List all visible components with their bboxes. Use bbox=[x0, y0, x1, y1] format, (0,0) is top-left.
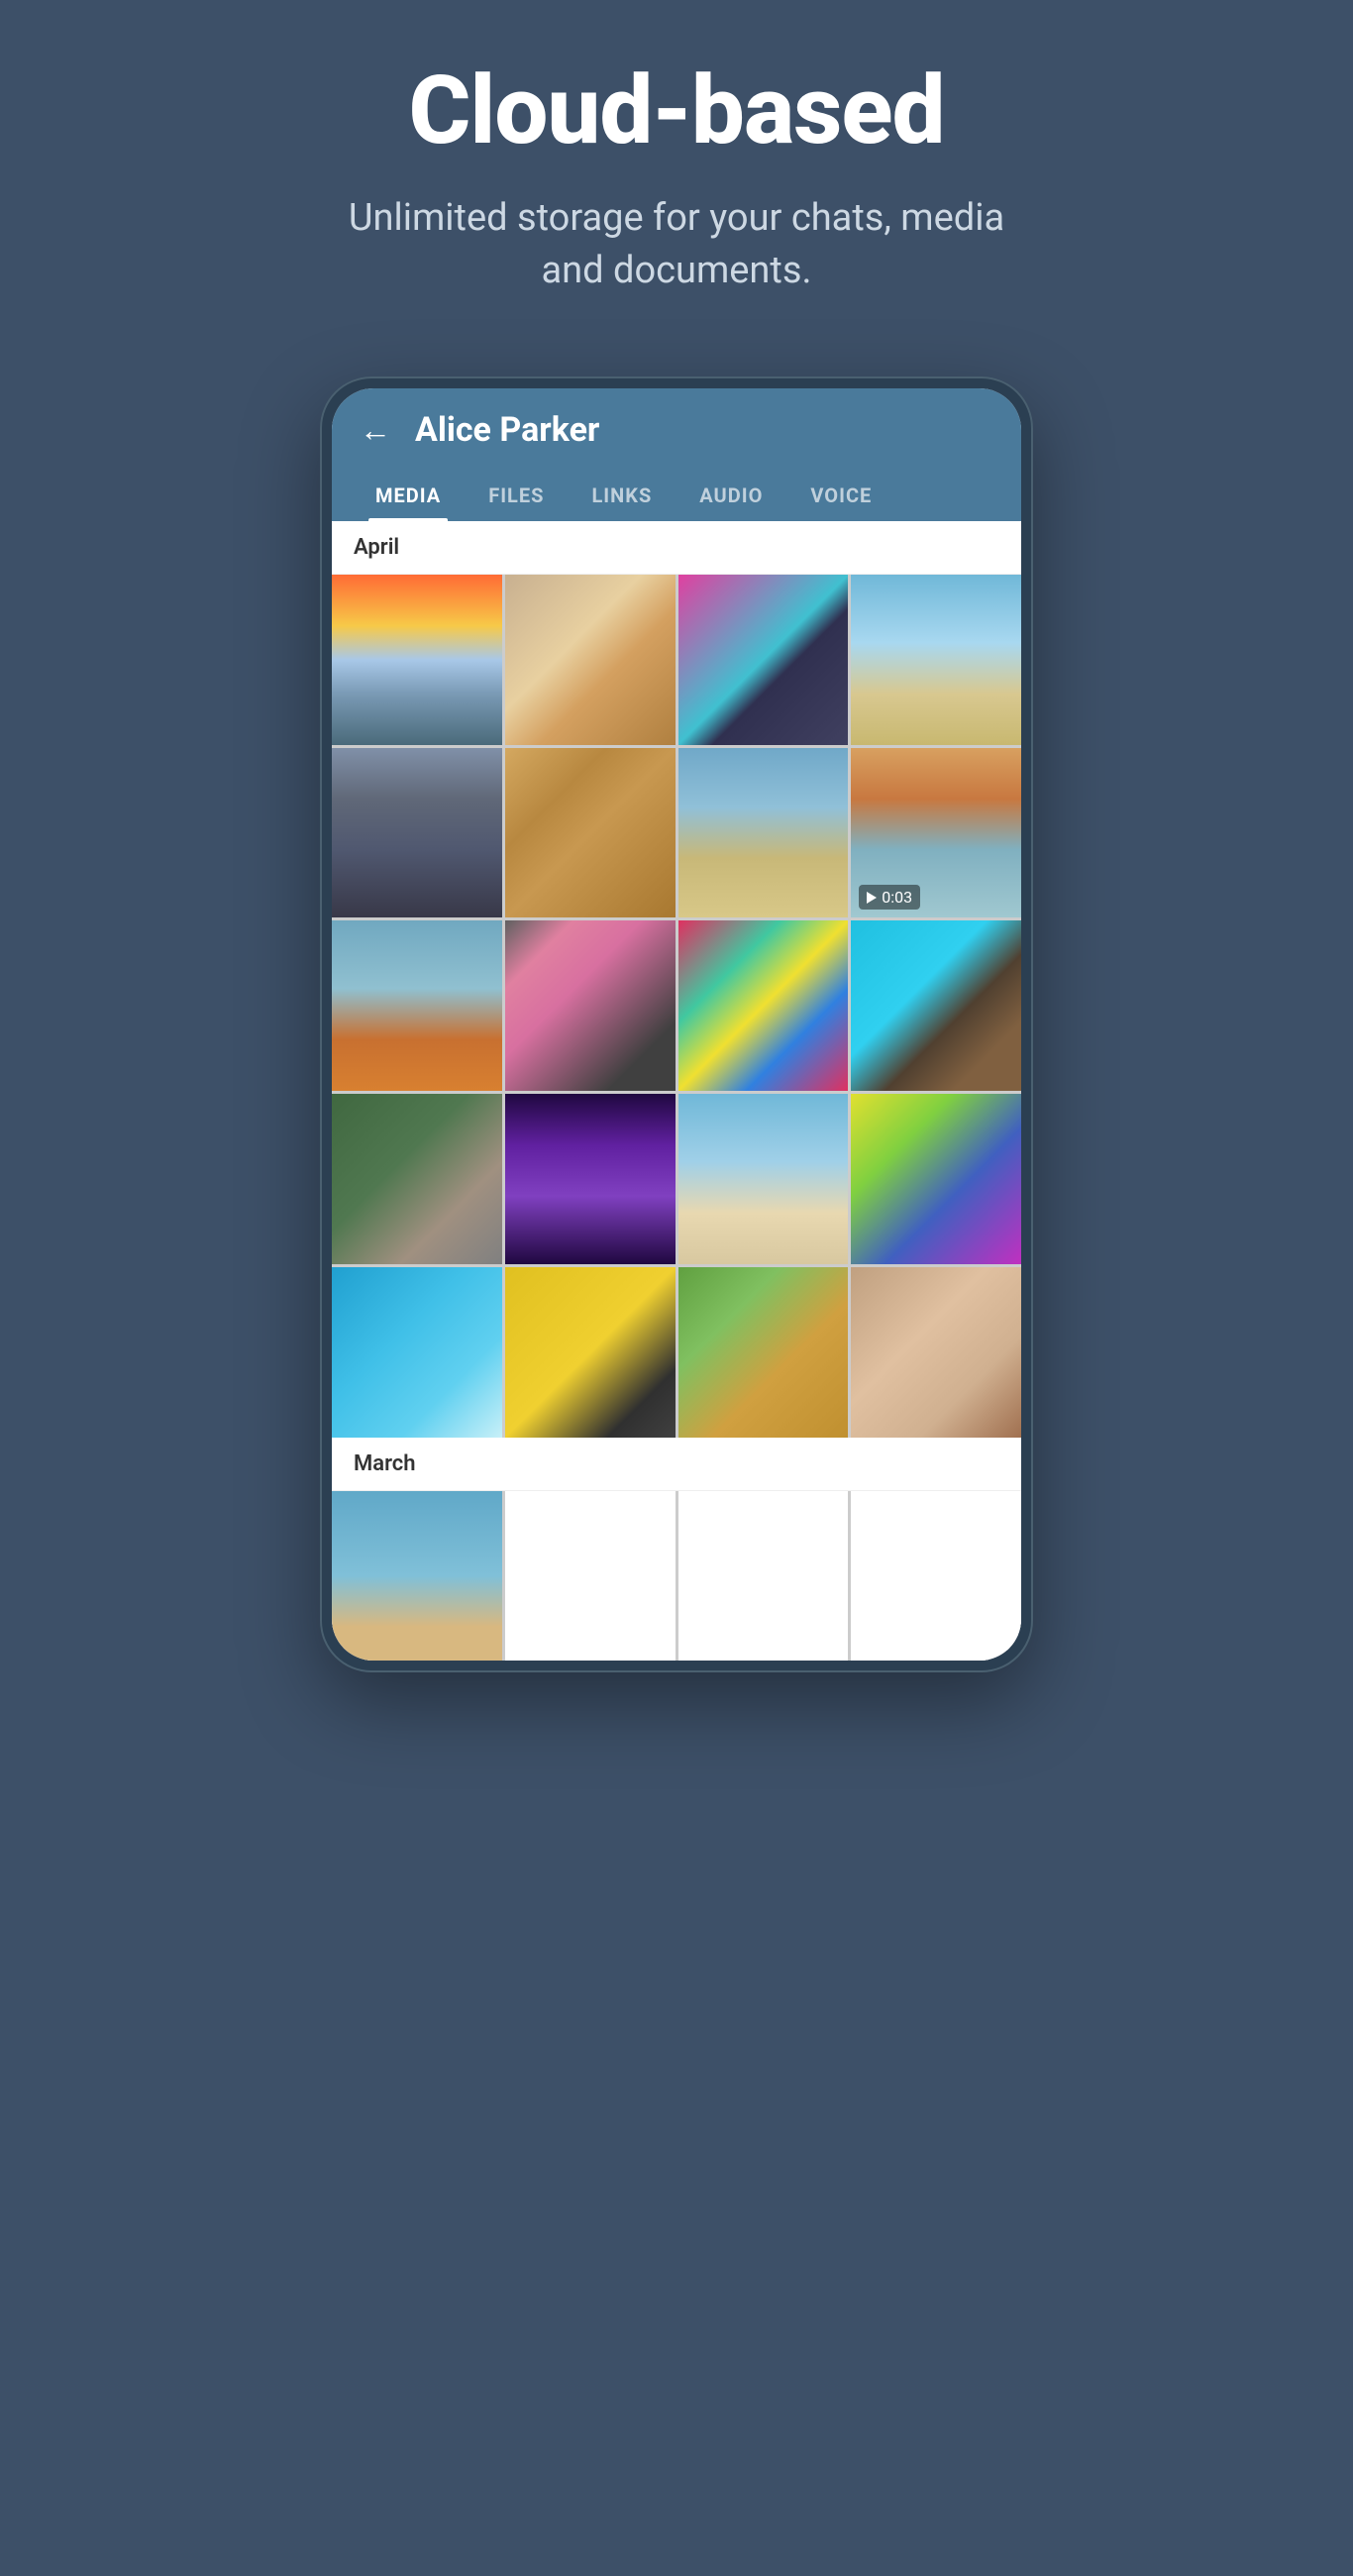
tab-audio[interactable]: AUDIO bbox=[676, 468, 786, 521]
media-item[interactable] bbox=[678, 1267, 849, 1438]
media-item[interactable] bbox=[505, 575, 676, 745]
media-item[interactable] bbox=[851, 1267, 1021, 1438]
media-item[interactable] bbox=[678, 748, 849, 918]
back-button[interactable]: ← bbox=[360, 414, 391, 446]
phone-screen: ← Alice Parker MEDIA FILES LINKS AUDIO bbox=[332, 388, 1021, 1662]
media-item[interactable] bbox=[505, 1267, 676, 1438]
page-subtitle: Unlimited storage for your chats, media … bbox=[330, 192, 1023, 297]
media-item-video[interactable]: 0:03 bbox=[851, 748, 1021, 918]
media-item[interactable] bbox=[678, 575, 849, 745]
tab-links[interactable]: LINKS bbox=[568, 468, 676, 521]
april-media-grid: 0:03 bbox=[332, 575, 1021, 1438]
video-duration-overlay: 0:03 bbox=[859, 885, 920, 910]
media-item[interactable] bbox=[505, 1094, 676, 1264]
video-duration: 0:03 bbox=[882, 888, 912, 907]
phone-frame: ← Alice Parker MEDIA FILES LINKS AUDIO bbox=[320, 376, 1033, 1673]
month-april: April bbox=[332, 521, 1021, 575]
media-item[interactable] bbox=[851, 575, 1021, 745]
media-item[interactable] bbox=[332, 575, 502, 745]
media-item[interactable] bbox=[332, 920, 502, 1091]
tab-media[interactable]: MEDIA bbox=[352, 468, 465, 521]
media-item[interactable] bbox=[332, 1094, 502, 1264]
media-item-empty bbox=[851, 1491, 1021, 1662]
phone-mockup: ← Alice Parker MEDIA FILES LINKS AUDIO bbox=[300, 376, 1053, 1673]
month-march: March bbox=[332, 1438, 1021, 1491]
tab-bar: MEDIA FILES LINKS AUDIO VOICE bbox=[332, 468, 1021, 521]
media-item[interactable] bbox=[851, 920, 1021, 1091]
media-item[interactable] bbox=[505, 920, 676, 1091]
media-item[interactable] bbox=[332, 1267, 502, 1438]
app-header: ← Alice Parker bbox=[332, 388, 1021, 468]
media-item[interactable] bbox=[332, 748, 502, 918]
media-item[interactable] bbox=[505, 748, 676, 918]
media-item[interactable] bbox=[851, 1094, 1021, 1264]
chat-title: Alice Parker bbox=[415, 410, 599, 450]
play-icon bbox=[867, 892, 877, 904]
media-item[interactable] bbox=[678, 920, 849, 1091]
media-item[interactable] bbox=[332, 1491, 502, 1662]
tab-files[interactable]: FILES bbox=[465, 468, 568, 521]
page-headline: Cloud-based bbox=[409, 59, 945, 164]
march-media-grid bbox=[332, 1491, 1021, 1662]
march-section: March bbox=[332, 1438, 1021, 1662]
media-item-empty bbox=[678, 1491, 849, 1662]
media-item-empty bbox=[505, 1491, 676, 1662]
tab-voice[interactable]: VOICE bbox=[786, 468, 895, 521]
media-item[interactable] bbox=[678, 1094, 849, 1264]
